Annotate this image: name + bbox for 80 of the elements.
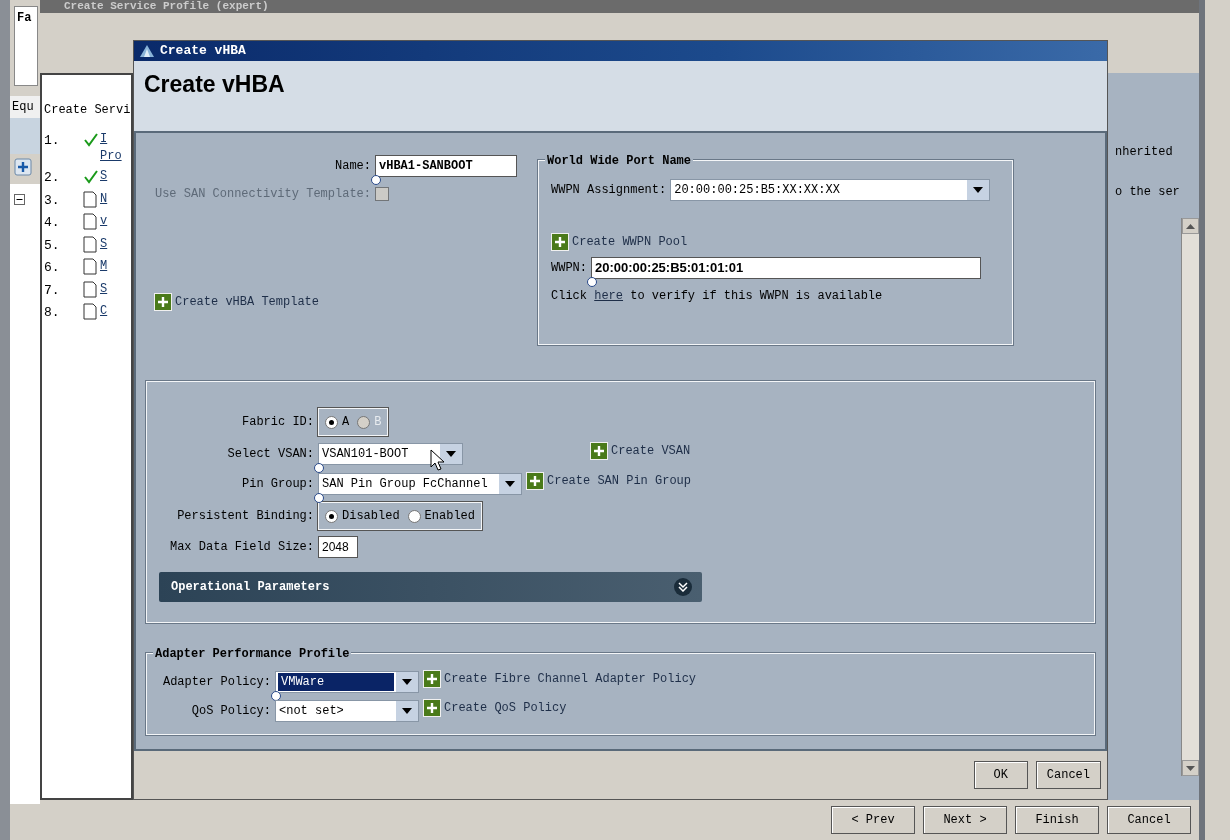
step-link[interactable]: S [100, 168, 108, 185]
step-number: 3. [44, 191, 61, 210]
radio-option[interactable]: Disabled [325, 507, 400, 525]
tab[interactable]: Equ [10, 96, 40, 118]
radio-option[interactable]: A [325, 413, 350, 431]
field-label: WWPN Assignment: [551, 182, 667, 199]
wizard-button[interactable]: Next > [923, 806, 1007, 834]
cursor-icon [430, 449, 444, 471]
expand-chevron-icon[interactable] [678, 582, 688, 592]
step-link[interactable]: Pro [100, 148, 122, 165]
dialog-title: Create vHBA [160, 42, 246, 61]
wizard-button[interactable]: Cancel [1107, 806, 1191, 834]
step-link[interactable]: C [100, 303, 108, 320]
step-number: 6. [44, 259, 61, 277]
step-number: 5. [44, 236, 61, 255]
plus-icon[interactable] [14, 158, 32, 176]
dialog-heading: Create vHBA [144, 71, 286, 99]
policy-dropdown[interactable]: VMWare [275, 671, 419, 693]
create-policy-link[interactable]: Create QoS Policy [423, 699, 567, 717]
pin-group-dropdown[interactable]: SAN Pin Group FcChannel [318, 473, 522, 495]
step-number: 2. [44, 169, 61, 187]
checkbox-label: Use SAN Connectivity Template: [153, 186, 371, 203]
group-label: Fa [14, 6, 38, 86]
plus-icon [154, 293, 172, 311]
step-number: 8. [44, 304, 61, 322]
create-policy-link[interactable]: Create Fibre Channel Adapter Policy [423, 670, 697, 688]
down-arrow-icon[interactable] [1186, 765, 1195, 771]
step-number: 1. [44, 132, 61, 150]
create-template-link[interactable]: Create vHBA Template [154, 293, 320, 311]
field-label: Fabric ID: [241, 414, 314, 431]
nav-heading: Create Servi [44, 102, 131, 119]
create-pin-group-link[interactable]: Create SAN Pin Group [526, 472, 692, 490]
field-label: Adapter Policy: [161, 674, 271, 691]
plus-icon [526, 472, 544, 490]
name-field[interactable]: vHBA1-SANBOOT [375, 155, 517, 177]
content-text: o the ser [1115, 184, 1181, 201]
field-label: Select VSAN: [226, 446, 314, 463]
field-label: Name: [334, 158, 371, 175]
plus-icon [423, 699, 441, 717]
step-link[interactable]: I [100, 131, 108, 148]
plus-icon [590, 442, 608, 460]
group-title: Adapter Performance Profile [153, 645, 352, 663]
field-label: Max Data Field Size: [168, 539, 314, 556]
create-vsan-link[interactable]: Create VSAN [590, 442, 691, 460]
up-arrow-icon[interactable] [1186, 223, 1195, 229]
plus-icon [551, 233, 569, 251]
radio-option[interactable]: Enabled [407, 507, 476, 525]
section-header[interactable]: Operational Parameters [159, 572, 702, 602]
verify-text: Click here to verify if this WWPN is available [551, 288, 884, 305]
wizard-button[interactable]: < Prev [831, 806, 915, 834]
vsan-dropdown[interactable]: VSAN101-BOOT [318, 443, 463, 465]
step-number: 7. [44, 281, 61, 300]
step-link[interactable]: S [100, 235, 108, 253]
wwpn-field[interactable]: 20:00:00:25:B5:01:01:01 [591, 257, 981, 279]
size-field[interactable]: 2048 [318, 536, 358, 558]
collapse-icon[interactable] [14, 193, 25, 205]
radio-option: B [357, 413, 382, 431]
step-link[interactable]: v [100, 213, 108, 230]
step-link[interactable]: N [100, 190, 108, 208]
step-link[interactable]: S [100, 280, 108, 298]
dialog-button[interactable]: Cancel [1035, 761, 1101, 789]
plus-icon [423, 670, 441, 688]
field-label: WWPN: [551, 260, 587, 277]
wizard-button[interactable]: Finish [1015, 806, 1099, 834]
step-link[interactable]: M [100, 258, 108, 275]
verify-link[interactable]: here [594, 289, 624, 303]
field-label: Pin Group: [241, 476, 314, 493]
field-label: QoS Policy: [190, 703, 271, 720]
content-text: nherited [1115, 144, 1174, 161]
field-label: Persistent Binding: [176, 508, 314, 525]
app-icon [140, 45, 154, 57]
step-number: 4. [44, 214, 61, 232]
info-icon [587, 277, 597, 287]
wwpn-assignment-dropdown[interactable]: 20:00:00:25:B5:XX:XX:XX [670, 179, 991, 201]
scrollbar[interactable] [1181, 218, 1199, 776]
policy-dropdown[interactable]: <not set> [275, 700, 419, 722]
create-pool-link[interactable]: Create WWPN Pool [551, 233, 688, 251]
window-title: Create Service Profile (expert) [40, 0, 1199, 13]
dialog-button[interactable]: OK [973, 761, 1028, 789]
info-icon [371, 175, 381, 185]
